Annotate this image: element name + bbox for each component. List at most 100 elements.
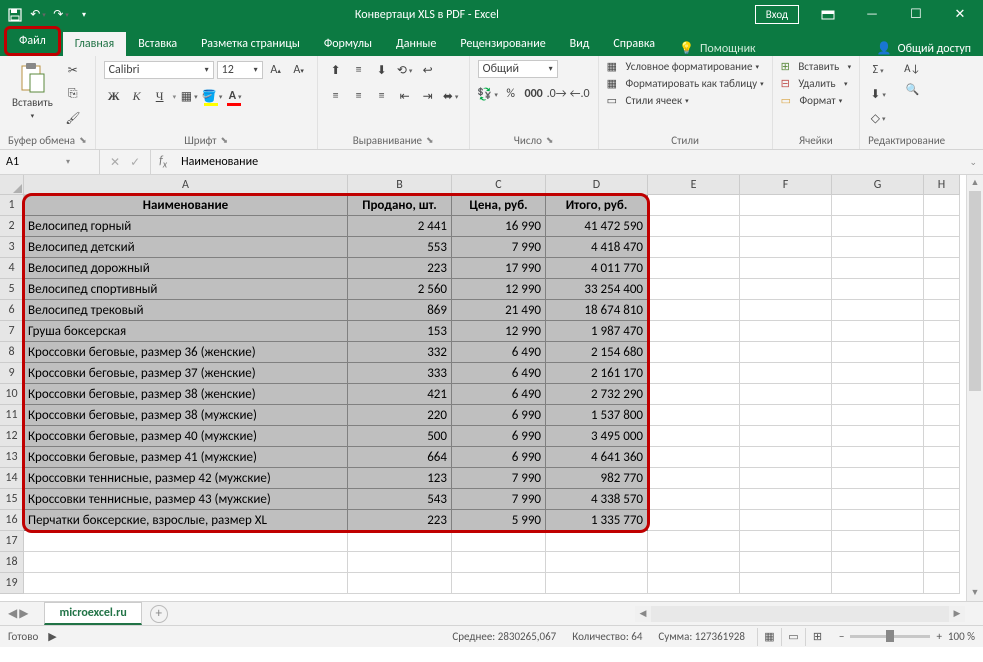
cancel-fx-icon[interactable]: ✕ <box>110 155 120 170</box>
sheet-nav-prev-icon[interactable]: ◀ <box>8 606 17 621</box>
format-painter-icon[interactable]: 🖌 <box>63 108 83 128</box>
cell[interactable] <box>924 195 960 216</box>
col-header-G[interactable]: G <box>832 175 924 195</box>
cell[interactable] <box>832 321 924 342</box>
tab-file[interactable]: Файл <box>4 26 61 56</box>
percent-icon[interactable]: % <box>501 84 521 104</box>
cell[interactable]: 2 560 <box>348 279 452 300</box>
font-color-icon[interactable]: A <box>225 86 245 106</box>
cell[interactable]: Кроссовки теннисные, размер 43 (мужские) <box>24 489 348 510</box>
cell[interactable]: 982 770 <box>546 468 648 489</box>
cell[interactable]: 2 154 680 <box>546 342 648 363</box>
align-center-icon[interactable]: ≡ <box>349 86 369 106</box>
cell[interactable] <box>648 384 740 405</box>
cell[interactable] <box>924 342 960 363</box>
format-cells-button[interactable]: ▭ Формат▾ <box>781 94 843 107</box>
cell[interactable] <box>546 573 648 594</box>
bold-button[interactable]: Ж <box>104 86 124 106</box>
cell[interactable]: 7 990 <box>452 489 546 510</box>
undo-icon[interactable]: ↶ <box>27 4 49 26</box>
row-header[interactable]: 5 <box>0 279 24 300</box>
col-header-H[interactable]: H <box>924 175 960 195</box>
cell[interactable] <box>24 573 348 594</box>
comma-icon[interactable]: 000 <box>524 84 544 104</box>
row-header[interactable]: 4 <box>0 258 24 279</box>
cell[interactable]: 4 338 570 <box>546 489 648 510</box>
tab-formulas[interactable]: Формулы <box>312 32 384 56</box>
underline-button[interactable]: Ч <box>150 86 170 106</box>
column-headers[interactable]: ABCDEFGH <box>24 175 966 195</box>
cell[interactable] <box>740 258 832 279</box>
cell[interactable]: 6 490 <box>452 384 546 405</box>
delete-cells-button[interactable]: ⊟ Удалить ▾ <box>781 77 848 90</box>
cell[interactable]: 123 <box>348 468 452 489</box>
cell[interactable] <box>832 552 924 573</box>
name-box[interactable]: ▾ <box>0 150 100 174</box>
tell-me[interactable]: 💡Помощник <box>667 41 768 56</box>
cell[interactable]: 223 <box>348 510 452 531</box>
clear-icon[interactable]: ◇ <box>868 108 888 128</box>
macro-record-icon[interactable]: ▶ <box>48 630 56 643</box>
sheet-tab[interactable]: microexcel.ru <box>44 602 141 625</box>
merge-icon[interactable]: ⬌ <box>441 86 461 106</box>
cell[interactable] <box>832 573 924 594</box>
cell[interactable] <box>924 468 960 489</box>
align-right-icon[interactable]: ≡ <box>372 86 392 106</box>
scroll-right-icon[interactable]: ▶ <box>949 608 965 619</box>
vertical-scrollbar[interactable]: ▲ ▼ <box>966 175 983 601</box>
dec-decimal-icon[interactable]: ←.0 <box>570 84 590 104</box>
cell[interactable]: 6 990 <box>452 426 546 447</box>
zoom-out-icon[interactable]: − <box>839 630 844 643</box>
cell[interactable]: Кроссовки беговые, размер 38 (мужские) <box>24 405 348 426</box>
cell[interactable]: 4 418 470 <box>546 237 648 258</box>
cell[interactable] <box>924 216 960 237</box>
col-header-C[interactable]: C <box>452 175 546 195</box>
cell[interactable]: Груша боксерская <box>24 321 348 342</box>
cell[interactable] <box>832 510 924 531</box>
insert-cells-button[interactable]: ⊞ Вставить ▾ <box>781 60 852 73</box>
format-table-button[interactable]: ▦ Форматировать как таблицу▾ <box>607 77 764 90</box>
col-header-E[interactable]: E <box>648 175 740 195</box>
view-break-icon[interactable]: ⊞ <box>805 628 829 646</box>
cell[interactable] <box>832 258 924 279</box>
scroll-thumb[interactable] <box>969 191 981 391</box>
cell[interactable]: Продано, шт. <box>348 195 452 216</box>
enter-fx-icon[interactable]: ✓ <box>130 155 140 170</box>
cell[interactable]: 869 <box>348 300 452 321</box>
tab-review[interactable]: Рецензирование <box>448 32 557 56</box>
currency-icon[interactable]: 💱 <box>478 84 498 104</box>
cell[interactable] <box>24 531 348 552</box>
cell[interactable]: Кроссовки теннисные, размер 42 (мужские) <box>24 468 348 489</box>
number-format-select[interactable]: Общий▾ <box>478 60 558 78</box>
cell[interactable]: 2 161 170 <box>546 363 648 384</box>
minimize-icon[interactable]: — <box>851 0 893 29</box>
save-icon[interactable] <box>4 4 26 26</box>
cell[interactable]: 5 990 <box>452 510 546 531</box>
cell[interactable]: 33 254 400 <box>546 279 648 300</box>
cell[interactable] <box>924 363 960 384</box>
cell[interactable] <box>924 510 960 531</box>
expand-fbar-icon[interactable]: ⌄ <box>963 157 983 168</box>
cell[interactable]: Велосипед дорожный <box>24 258 348 279</box>
scroll-up-icon[interactable]: ▲ <box>967 175 983 191</box>
zoom-in-icon[interactable]: + <box>936 630 941 643</box>
align-middle-icon[interactable]: ≡ <box>349 60 369 80</box>
cell[interactable] <box>924 489 960 510</box>
cell[interactable] <box>740 363 832 384</box>
tab-home[interactable]: Главная <box>63 32 126 56</box>
cell[interactable]: Кроссовки беговые, размер 41 (мужские) <box>24 447 348 468</box>
scroll-down-icon[interactable]: ▼ <box>967 585 983 601</box>
copy-icon[interactable]: ⎘ <box>63 84 83 104</box>
cell[interactable]: 223 <box>348 258 452 279</box>
cell[interactable] <box>740 573 832 594</box>
cell[interactable]: 500 <box>348 426 452 447</box>
cell[interactable]: 6 490 <box>452 342 546 363</box>
cell[interactable] <box>924 279 960 300</box>
cell[interactable] <box>924 405 960 426</box>
cell[interactable]: 17 990 <box>452 258 546 279</box>
number-launcher[interactable]: ⬊ <box>546 135 554 146</box>
shrink-font-icon[interactable]: A▾ <box>289 60 309 80</box>
cell[interactable]: Велосипед детский <box>24 237 348 258</box>
cell[interactable]: 1 335 770 <box>546 510 648 531</box>
share-button[interactable]: 👤Общий доступ <box>877 41 983 56</box>
